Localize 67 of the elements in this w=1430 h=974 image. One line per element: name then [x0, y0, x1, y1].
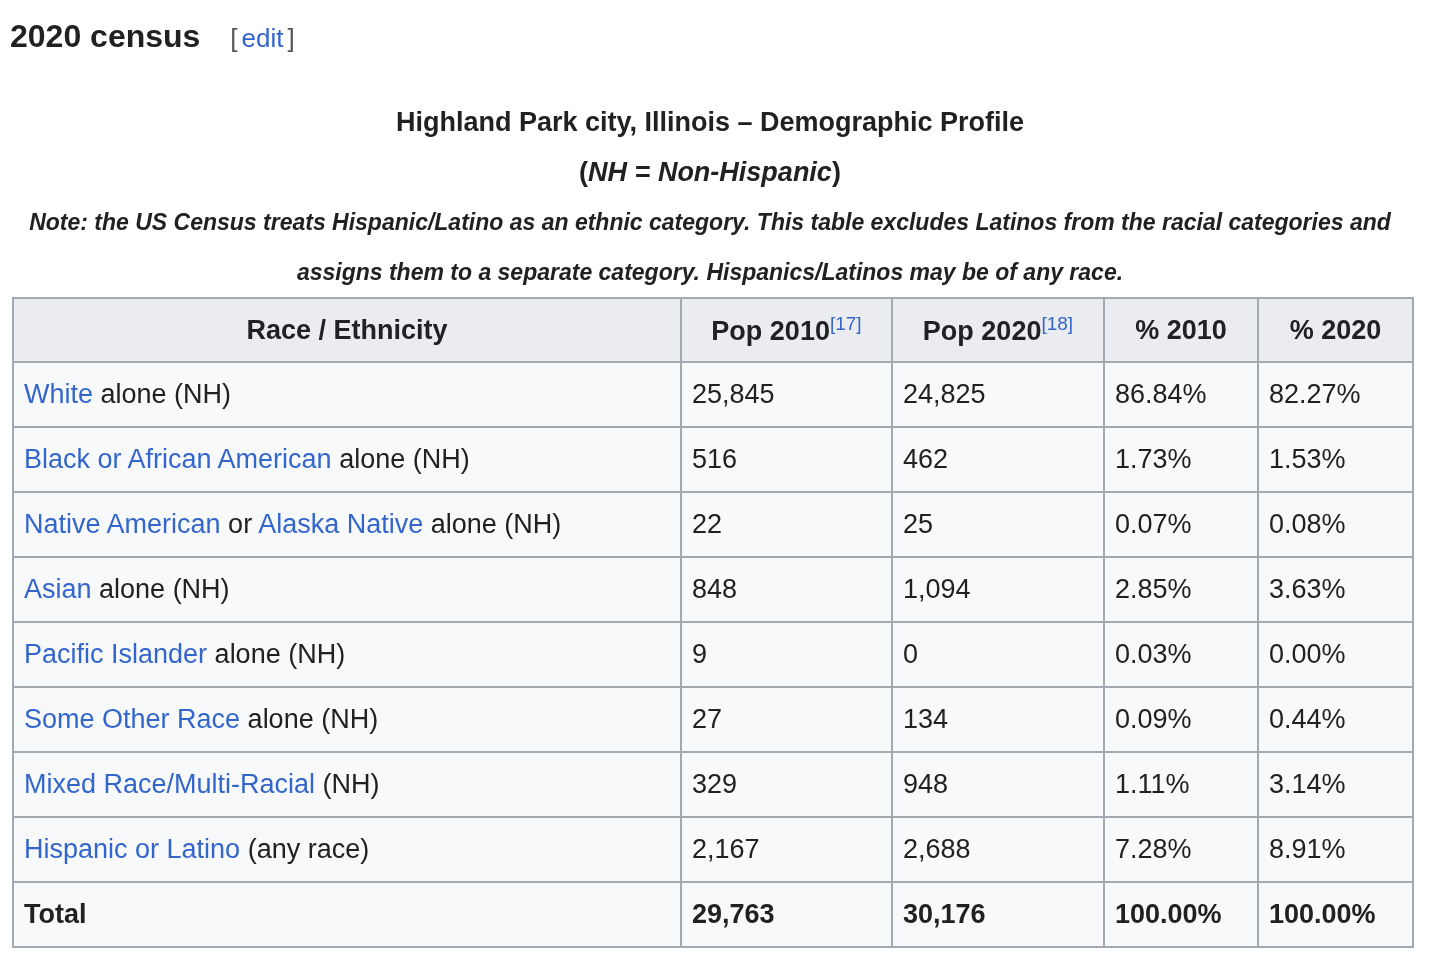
column-header: Pop 2010$^{[17]}$: [681, 298, 892, 362]
table-cell: 86.84%: [1104, 362, 1258, 427]
cell-text: alone (NH): [100, 379, 232, 409]
table-cell: 82.27%: [1258, 362, 1413, 427]
race-link[interactable]: Pacific Islander: [24, 639, 208, 669]
table-cell: 25,845: [681, 362, 892, 427]
cell-text: alone (NH): [430, 509, 562, 539]
table-cell: 22: [681, 492, 892, 557]
race-link[interactable]: Black or African American: [24, 444, 332, 474]
column-header: Race / Ethnicity: [13, 298, 681, 362]
race-link[interactable]: Some Other Race: [24, 704, 241, 734]
table-cell: 7.28%: [1104, 817, 1258, 882]
table-note: Note: the US Census treats Hispanic/Latino as an ethnic category. This table excludes Latinos from the racial categories and assigns them to a separate category. Hispanics/Latinos may be of any race.: [28, 208, 1392, 287]
column-header: Pop 2020$^{[18]}$: [892, 298, 1104, 362]
column-header: % 2020: [1258, 298, 1413, 362]
table-cell: 848: [681, 557, 892, 622]
cell-text: alone (NH): [247, 704, 379, 734]
table-title: Highland Park city, Illinois – Demographic Profile: [395, 106, 1025, 139]
table-cell: 0.44%: [1258, 687, 1413, 752]
table-cell: 3.63%: [1258, 557, 1413, 622]
table-cell: 9: [681, 622, 892, 687]
race-link[interactable]: Hispanic or Latino: [24, 834, 241, 864]
table-cell: 329: [681, 752, 892, 817]
table-cell: 3.14%: [1258, 752, 1413, 817]
race-link[interactable]: White: [24, 379, 94, 409]
bracket: [: [230, 23, 238, 54]
table-cell: 100.00%: [1258, 882, 1413, 947]
table-cell: 0: [892, 622, 1104, 687]
table-cell: 516: [681, 427, 892, 492]
table-cell: 25: [892, 492, 1104, 557]
race-link[interactable]: Native American: [24, 509, 221, 539]
table-cell: 1.11%: [1104, 752, 1258, 817]
section-heading: 2020 census: [10, 18, 201, 55]
table-cell: 0.03%: [1104, 622, 1258, 687]
cell-text: Total: [24, 899, 87, 929]
table-cell: 134: [892, 687, 1104, 752]
table-subtitle: (NH = Non-Hispanic): [579, 156, 841, 189]
cell-text: or: [228, 509, 253, 539]
table-cell: 30,176: [892, 882, 1104, 947]
cell-text: alone (NH): [214, 639, 346, 669]
table-cell: 0.07%: [1104, 492, 1258, 557]
column-header: % 2010: [1104, 298, 1258, 362]
table-cell: 27: [681, 687, 892, 752]
cell-text: alone (NH): [339, 444, 470, 474]
table-cell: 2,167: [681, 817, 892, 882]
edit-link[interactable]: edit: [241, 23, 284, 54]
race-link[interactable]: Alaska Native: [258, 509, 424, 539]
table-cell: 1.53%: [1258, 427, 1413, 492]
table-cell: 2,688: [892, 817, 1104, 882]
cell-text: (NH): [322, 769, 380, 799]
table-cell: 1.73%: [1104, 427, 1258, 492]
table-cell: 0.08%: [1258, 492, 1413, 557]
cell-text: alone (NH): [99, 574, 230, 604]
bracket: ]: [287, 23, 295, 54]
table-cell: 24,825: [892, 362, 1104, 427]
race-link[interactable]: Asian: [24, 574, 92, 604]
table-cell: 1,094: [892, 557, 1104, 622]
cell-text: (any race): [247, 834, 370, 864]
table-cell: 0.09%: [1104, 687, 1258, 752]
table-cell: 8.91%: [1258, 817, 1413, 882]
race-link[interactable]: Mixed Race/Multi-Racial: [24, 769, 316, 799]
table-cell: 948: [892, 752, 1104, 817]
table-cell: 0.00%: [1258, 622, 1413, 687]
table-cell: 100.00%: [1104, 882, 1258, 947]
table-cell: 2.85%: [1104, 557, 1258, 622]
table-cell: 29,763: [681, 882, 892, 947]
table-cell: 462: [892, 427, 1104, 492]
